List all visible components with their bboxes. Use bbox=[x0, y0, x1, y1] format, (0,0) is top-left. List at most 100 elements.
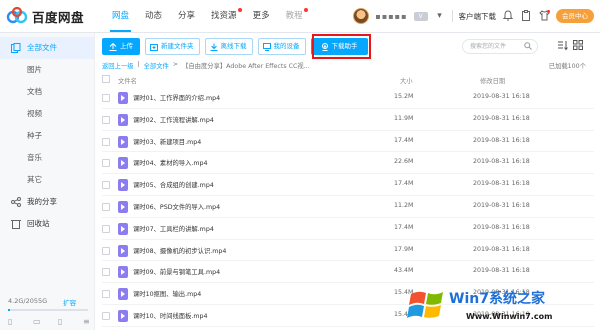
app-logo[interactable]: 百度网盘 bbox=[6, 5, 84, 27]
row-checkbox[interactable] bbox=[102, 268, 110, 277]
new-folder-button[interactable]: 新建文件夹 bbox=[145, 38, 200, 55]
notification-dot bbox=[303, 8, 308, 12]
file-size: 17.4M bbox=[394, 180, 414, 188]
video-file-icon bbox=[118, 113, 128, 126]
clipboard-icon[interactable] bbox=[520, 10, 532, 22]
nav-item-activity[interactable]: 动态 bbox=[137, 0, 170, 32]
table-row[interactable]: 课时04、素材的导入.mp4 22.6M 2019-08-31 16:18 bbox=[102, 152, 594, 175]
table-row[interactable]: 课时06、PSD文件的导入.mp4 11.2M 2019-08-31 16:18 bbox=[102, 196, 594, 218]
nav-item-netdisk[interactable]: 网盘 bbox=[104, 0, 137, 32]
sidebar-item-videos[interactable]: 视频 bbox=[0, 103, 94, 125]
highlight-box bbox=[312, 34, 371, 59]
member-center-button[interactable]: 会员中心 bbox=[556, 9, 594, 23]
storage-progress-fill bbox=[8, 309, 10, 311]
table-row[interactable]: 课时03、新建项目.mp4 17.4M 2019-08-31 16:18 bbox=[102, 131, 594, 153]
table-row[interactable]: 课时02、工作流程讲解.mp4 11.9M 2019-08-31 16:18 bbox=[102, 109, 594, 131]
row-checkbox[interactable] bbox=[102, 137, 110, 146]
file-name[interactable]: 课时06、PSD文件的导入.mp4 bbox=[133, 202, 220, 211]
nav-item-share[interactable]: 分享 bbox=[170, 0, 203, 32]
row-checkbox[interactable] bbox=[102, 246, 110, 255]
row-checkbox[interactable] bbox=[102, 181, 110, 190]
table-row[interactable]: 课时01、工作界面的介绍.mp4 15.2M 2019-08-31 16:18 bbox=[102, 87, 594, 109]
upload-button[interactable]: 上传 bbox=[102, 38, 140, 55]
table-row[interactable]: 课时08、摄像机的初步认识.mp4 17.9M 2019-08-31 16:18 bbox=[102, 240, 594, 262]
bell-icon[interactable] bbox=[502, 10, 514, 22]
row-checkbox[interactable] bbox=[102, 202, 110, 211]
column-header-name[interactable]: 文件名 bbox=[118, 76, 137, 85]
row-checkbox[interactable] bbox=[102, 94, 110, 102]
video-file-icon bbox=[118, 92, 128, 104]
file-size: 11.9M bbox=[394, 114, 414, 122]
vip-badge-icon: V bbox=[413, 11, 428, 21]
search-input[interactable]: 搜索您的文件 bbox=[462, 39, 538, 54]
upload-icon bbox=[109, 42, 117, 51]
sort-icon[interactable] bbox=[556, 40, 568, 52]
sidebar-item-my-share[interactable]: 我的分享 bbox=[0, 191, 94, 213]
file-name[interactable]: 课时10抠图、输出.mp4 bbox=[133, 289, 201, 298]
watermark-brand: Win7系统之家 bbox=[449, 291, 545, 307]
storage-info: 4.2G/2055G 扩容 bbox=[8, 297, 88, 307]
file-name[interactable]: 课时09、前景与钢笔工具.mp4 bbox=[133, 267, 220, 276]
column-header-date[interactable]: 修改日期 bbox=[480, 76, 505, 85]
file-date: 2019-08-31 16:18 bbox=[473, 114, 530, 122]
column-header-size[interactable]: 大小 bbox=[400, 76, 413, 85]
sidebar-item-documents[interactable]: 文档 bbox=[0, 81, 94, 103]
row-checkbox[interactable] bbox=[102, 311, 110, 320]
client-download-link[interactable]: 客户端下载 bbox=[459, 11, 497, 22]
file-name[interactable]: 课时07、工具栏的讲解.mp4 bbox=[133, 224, 214, 233]
video-file-icon bbox=[118, 288, 128, 301]
username[interactable]: ▪▪▪▪▪ bbox=[375, 12, 407, 21]
app-title: 百度网盘 bbox=[32, 9, 85, 25]
row-checkbox[interactable] bbox=[102, 159, 110, 168]
sidebar-item-images[interactable]: 图片 bbox=[0, 59, 94, 81]
my-devices-button[interactable]: 我的设备 bbox=[257, 38, 306, 55]
shirt-icon[interactable] bbox=[538, 10, 550, 22]
trash-icon bbox=[11, 220, 21, 229]
sidebar-item-label: 全部文件 bbox=[27, 43, 57, 52]
storage-usage: 4.2G/2055G bbox=[8, 297, 48, 305]
back-link[interactable]: 返回上一级 bbox=[102, 61, 133, 70]
offline-download-button[interactable]: 离线下载 bbox=[204, 38, 253, 55]
expand-storage-link[interactable]: 扩容 bbox=[63, 297, 76, 307]
sidebar-item-label: 我的分享 bbox=[27, 197, 57, 206]
file-name[interactable]: 课时05、合成组的创建.mp4 bbox=[133, 180, 214, 189]
file-size: 11.2M bbox=[394, 201, 414, 209]
breadcrumb: 返回上一级 | 全部文件 > 【自由度分享】Adobe After Effect… bbox=[102, 61, 310, 70]
row-checkbox[interactable] bbox=[102, 115, 110, 124]
grid-view-icon[interactable] bbox=[572, 40, 584, 52]
sidebar-item-music[interactable]: 音乐 bbox=[0, 147, 94, 169]
sidebar-item-other[interactable]: 其它 bbox=[0, 169, 94, 191]
tablet-icon[interactable]: ▯ bbox=[58, 317, 67, 327]
table-row[interactable]: 课时07、工具栏的讲解.mp4 17.4M 2019-08-31 16:18 bbox=[102, 218, 594, 240]
table-row[interactable]: 课时09、前景与钢笔工具.mp4 43.4M 2019-08-31 16:18 bbox=[102, 261, 594, 284]
file-size: 22.6M bbox=[394, 158, 414, 166]
nav-item-more[interactable]: 更多 bbox=[245, 0, 278, 32]
row-checkbox[interactable] bbox=[102, 224, 110, 233]
avatar[interactable] bbox=[353, 8, 370, 24]
computer-icon[interactable]: ▭ bbox=[33, 317, 42, 327]
table-row[interactable]: 课时05、合成组的创建.mp4 17.4M 2019-08-31 16:18 bbox=[102, 174, 594, 196]
breadcrumb-all-files[interactable]: 全部文件 bbox=[144, 61, 169, 70]
nav-item-tutorial[interactable]: 教程 bbox=[278, 0, 311, 32]
search-icon[interactable] bbox=[524, 42, 532, 50]
file-name[interactable]: 课时01、工作界面的介绍.mp4 bbox=[133, 93, 220, 102]
sidebar-item-torrents[interactable]: 种子 bbox=[0, 125, 94, 147]
sidebar: 全部文件 图片 文档 视频 种子 音乐 其它 我的分享 回收站 4.2G/205… bbox=[0, 33, 95, 330]
file-name[interactable]: 课时02、工作流程讲解.mp4 bbox=[133, 115, 214, 124]
sidebar-item-recycle-bin[interactable]: 回收站 bbox=[0, 213, 94, 235]
menu-icon[interactable]: ≡ bbox=[83, 317, 92, 327]
chevron-down-icon[interactable]: ▾ bbox=[434, 10, 446, 22]
file-name[interactable]: 课时08、摄像机的初步认识.mp4 bbox=[133, 246, 226, 255]
file-name[interactable]: 课时03、新建项目.mp4 bbox=[133, 137, 201, 146]
nav-item-find-resources[interactable]: 找资源 bbox=[203, 0, 245, 32]
video-file-icon bbox=[118, 200, 128, 213]
sidebar-item-all-files[interactable]: 全部文件 bbox=[0, 37, 94, 59]
file-date: 2019-08-31 16:18 bbox=[473, 180, 530, 188]
phone-icon[interactable]: ▯ bbox=[8, 317, 17, 327]
file-date: 2019-08-31 16:18 bbox=[473, 93, 530, 100]
download-icon bbox=[210, 43, 217, 51]
row-checkbox[interactable] bbox=[102, 290, 110, 299]
file-name[interactable]: 课时04、素材的导入.mp4 bbox=[133, 158, 208, 167]
file-name[interactable]: 课时10、时间线面板.mp4 bbox=[133, 311, 208, 320]
select-all-checkbox[interactable] bbox=[102, 75, 110, 83]
